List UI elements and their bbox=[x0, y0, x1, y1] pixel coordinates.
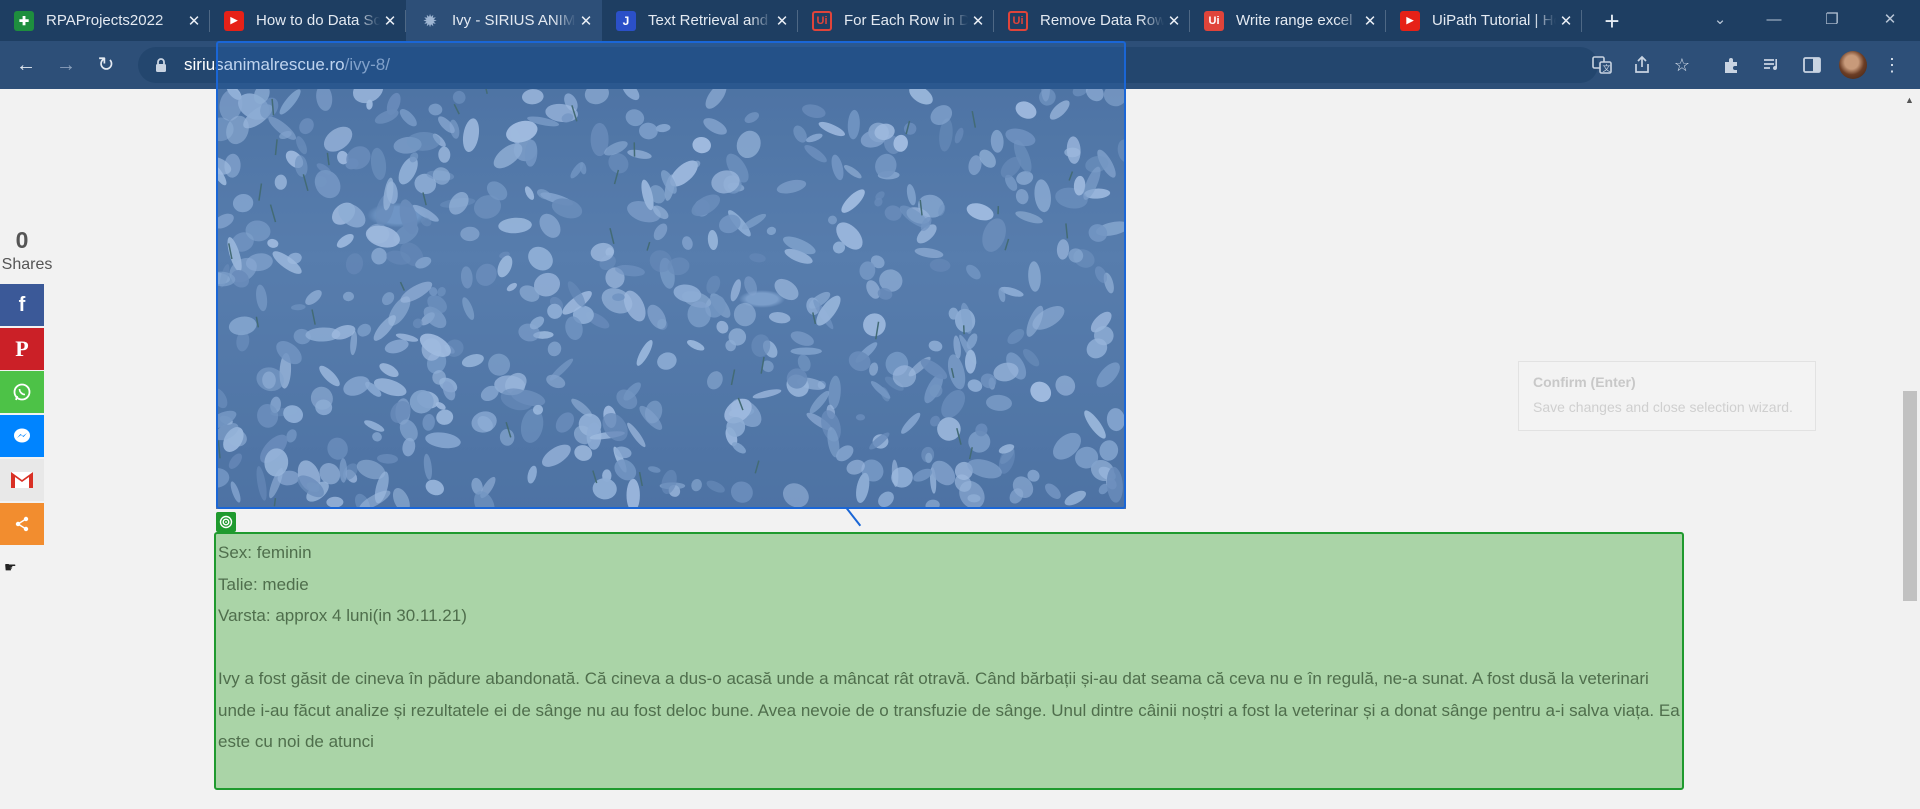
tab-text-retrieval[interactable]: J Text Retrieval and Search ✕ bbox=[602, 0, 798, 41]
close-icon[interactable]: ✕ bbox=[184, 12, 204, 30]
back-button[interactable]: ← bbox=[10, 49, 42, 81]
scrollbar-thumb[interactable] bbox=[1903, 391, 1917, 601]
share-label: Shares bbox=[1, 256, 53, 273]
share-count: 0 bbox=[15, 227, 29, 253]
svg-text:文: 文 bbox=[1603, 63, 1611, 73]
forward-button[interactable]: → bbox=[50, 49, 82, 81]
scroll-up-arrow-icon[interactable]: ▲ bbox=[1905, 95, 1914, 105]
tab-title: RPAProjects2022 bbox=[46, 12, 164, 29]
tooltip-description: Save changes and close selection wizard. bbox=[1533, 399, 1793, 415]
extensions-icon[interactable] bbox=[1716, 49, 1748, 81]
close-icon[interactable]: ✕ bbox=[968, 12, 988, 30]
lock-icon[interactable] bbox=[152, 56, 170, 74]
tab-title: Ivy - SIRIUS ANIMAL RESCUE bbox=[452, 12, 576, 29]
uipath-icon: Ui bbox=[1008, 10, 1028, 31]
close-icon[interactable]: ✕ bbox=[1164, 12, 1184, 30]
share-page-icon[interactable] bbox=[1626, 49, 1658, 81]
page-scrollbar[interactable]: ▲ bbox=[1900, 89, 1920, 809]
whatsapp-icon bbox=[13, 383, 31, 401]
j-icon: J bbox=[616, 10, 636, 31]
tab-separator bbox=[1581, 10, 1582, 32]
tooltip-title: Confirm (Enter) bbox=[1533, 374, 1636, 390]
close-icon[interactable]: ✕ bbox=[1360, 12, 1380, 30]
translate-icon[interactable]: 文 bbox=[1586, 49, 1618, 81]
minimize-icon[interactable]: — bbox=[1754, 4, 1794, 36]
tab-strip: ✚ RPAProjects2022 ✕ ▶ How to do Data Scr… bbox=[0, 0, 1920, 41]
youtube-icon: ▶ bbox=[224, 10, 244, 31]
tab-rpaprojects[interactable]: ✚ RPAProjects2022 ✕ bbox=[14, 0, 210, 41]
tab-remove-data-row[interactable]: Ui Remove Data Row ✕ bbox=[994, 0, 1190, 41]
tab-data-scraping[interactable]: ▶ How to do Data Scraping ✕ bbox=[210, 0, 406, 41]
whatsapp-share-button[interactable] bbox=[0, 371, 44, 413]
restore-icon[interactable]: ❐ bbox=[1812, 4, 1852, 36]
target-anchor-icon[interactable] bbox=[216, 512, 236, 532]
sheets-icon: ✚ bbox=[14, 10, 34, 31]
tab-for-each-row[interactable]: Ui For Each Row in Data Table ✕ bbox=[798, 0, 994, 41]
sex-line: Sex: feminin bbox=[218, 543, 312, 562]
gmail-icon bbox=[11, 472, 33, 488]
side-panel-icon[interactable] bbox=[1796, 49, 1828, 81]
facebook-icon: f bbox=[18, 293, 26, 316]
share-sidebar: 0 Shares bbox=[0, 227, 54, 274]
pinterest-icon: P bbox=[15, 336, 29, 361]
close-icon[interactable]: ✕ bbox=[1556, 12, 1576, 30]
tab-uipath-tutorial[interactable]: ▶ UiPath Tutorial | How to ✕ bbox=[1386, 0, 1582, 41]
tab-search-icon[interactable]: ⌄ bbox=[1700, 4, 1740, 36]
close-icon[interactable]: ✕ bbox=[772, 12, 792, 30]
uipath-icon: Ui bbox=[812, 10, 832, 31]
close-window-icon[interactable]: ✕ bbox=[1870, 4, 1910, 36]
tab-title: Write range excel bbox=[1236, 12, 1353, 29]
age-line: Varsta: approx 4 luni(in 30.11.21) bbox=[218, 606, 467, 625]
more-share-button[interactable] bbox=[0, 503, 44, 545]
messenger-share-button[interactable] bbox=[0, 415, 44, 457]
tab-write-range[interactable]: Ui Write range excel ✕ bbox=[1190, 0, 1386, 41]
media-control-icon[interactable] bbox=[1756, 49, 1788, 81]
uipath-icon: Ui bbox=[1204, 10, 1224, 31]
menu-kebab-icon[interactable]: ⋮ bbox=[1876, 49, 1908, 81]
tab-title: UiPath Tutorial | How to bbox=[1432, 12, 1556, 29]
selection-connector bbox=[846, 507, 862, 527]
hand-pointer-icon[interactable]: ☛ bbox=[4, 559, 17, 576]
dog-description: Sex: feminin Talie: medie Varsta: approx… bbox=[218, 537, 1682, 758]
confirm-tooltip: Confirm (Enter) Save changes and close s… bbox=[1518, 361, 1816, 431]
reload-button[interactable]: ↻ bbox=[90, 49, 122, 81]
new-tab-button[interactable]: + bbox=[1598, 7, 1626, 35]
tab-title: How to do Data Scraping bbox=[256, 12, 380, 29]
youtube-icon: ▶ bbox=[1400, 10, 1420, 31]
avatar[interactable] bbox=[1839, 51, 1867, 79]
gmail-share-button[interactable] bbox=[0, 459, 44, 501]
pinterest-share-button[interactable]: P bbox=[0, 328, 44, 370]
facebook-share-button[interactable]: f bbox=[0, 284, 44, 326]
tab-ivy-sirius[interactable]: ✹ Ivy - SIRIUS ANIMAL RESCUE ✕ bbox=[406, 0, 602, 41]
tab-title: Remove Data Row bbox=[1040, 12, 1164, 29]
bookmark-star-icon[interactable]: ☆ bbox=[1666, 49, 1698, 81]
web-page: 0 Shares f P ☛ Confirm (Enter) Save chan… bbox=[0, 41, 1920, 809]
sirius-paw-icon: ✹ bbox=[423, 12, 437, 30]
close-icon[interactable]: ✕ bbox=[380, 12, 400, 30]
share-nodes-icon bbox=[15, 516, 29, 532]
size-line: Talie: medie bbox=[218, 574, 309, 594]
tab-title: Text Retrieval and Search bbox=[648, 12, 772, 29]
story-paragraph: Ivy a fost găsit de cineva în pădure aba… bbox=[218, 669, 1680, 751]
hover-selection-overlay bbox=[216, 41, 1126, 509]
close-icon[interactable]: ✕ bbox=[576, 12, 596, 30]
messenger-icon bbox=[14, 428, 30, 443]
tab-title: For Each Row in Data Table bbox=[844, 12, 968, 29]
